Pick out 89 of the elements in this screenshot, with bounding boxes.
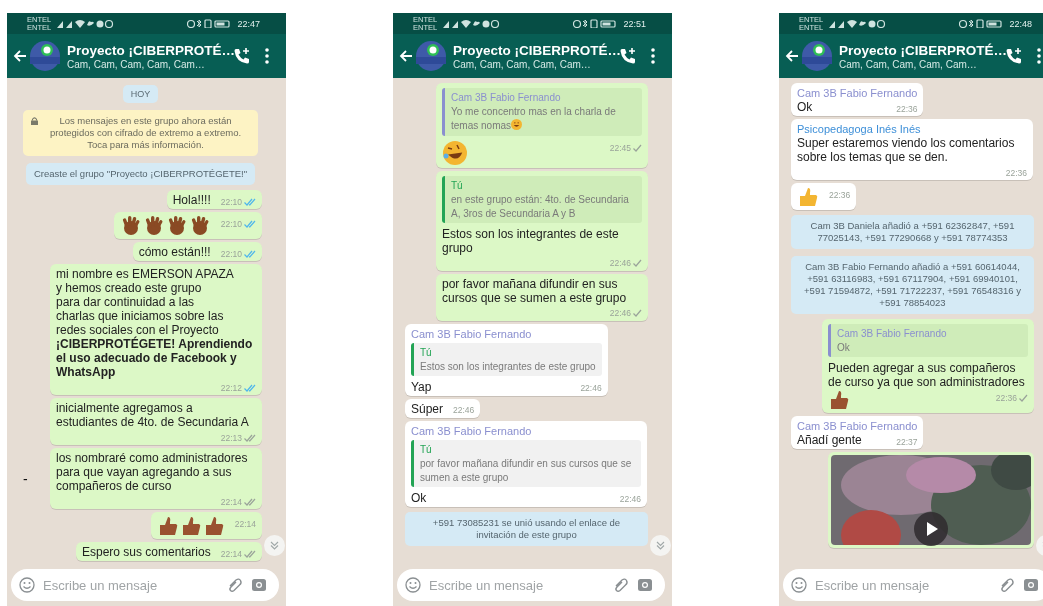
message-bubble[interactable]: Cam 3B Fabio Fernando Tú por favor mañana difundir en sus cursos que se sumen a este grupo Ok 22:46 [405,420,647,507]
message-field[interactable]: Escribe un mensaje [783,569,1043,601]
message-input[interactable]: Escribe un mensaje [815,577,991,593]
message-bubble[interactable]: Espero sus comentarios 22:14 [76,542,262,561]
message-time: 22:46 [580,383,602,394]
message-time: 22:10 [220,218,242,229]
message-time: 22:13 [220,432,242,443]
message-time: 22:36 [896,103,918,114]
quote-text: en este grupo están: 4to. de Secundaria A, 3ros de Secundaria A y B [451,193,629,219]
message-text: los nombraré como administradores para que vayan agregando a sus compañeros de curso [56,451,249,493]
message-text: cómo están!!! [138,245,211,259]
group-members: Cam, Cam, Cam, Cam, Cam… [839,59,978,70]
quote-author: Tú [451,178,464,192]
system-notice: +591 73085231 se unió usando el enlace de invitación de este grupo [405,511,648,546]
message-field[interactable]: Escribe un mensaje [397,569,665,601]
group-members: Cam, Cam, Cam, Cam, Cam… [453,59,592,70]
encryption-notice[interactable]: Los mensajes en este grupo ahora están protegidos con cifrado de extremo a extremo. Toca para más información. [23,110,258,156]
message-time: 22:36 [995,392,1017,403]
message-text: Hola!!!! [172,193,211,207]
message-time: 22:45 [609,143,631,154]
message-text: Súper [411,401,444,416]
message-bubble[interactable]: Cam 3B Fabio Fernando Tú Estos son los integrantes de este grupo Yap 22:46 [405,323,608,396]
message-time: 22:36 [829,189,851,200]
quote-author: Tú [420,442,433,456]
quoted-message[interactable]: Tú por favor mañana difundir en sus cursos que se sumen a este grupo [411,439,641,487]
message-time: 22:10 [220,248,242,259]
clock-time: 22:47 [237,18,260,29]
message-text: por favor mañana difundir en sus cursos que se sumen a este grupo [442,276,628,305]
quote-text: Ok [837,342,850,353]
message-time: 22:46 [453,405,475,416]
quote-text: Estos son los integrantes de este grupo [420,360,596,372]
quoted-message[interactable]: Tú en este grupo están: 4to. de Secundaria A, 3ros de Secundaria A y B [442,175,642,223]
message-text: mi nombre es EMERSON APAZA y hemos creado este grupo para dar continuidad a las charlas que iniciamos sobre las redes sociales con el Proyecto ¡CIBERPROTÉGETE! Aprendiendo el uso adecuado de Facebook y WhatsApp [56,267,254,379]
message-time: 22:12 [220,382,242,393]
message-time: 22:14 [220,496,242,507]
message-bubble[interactable]: los nombraré como administradores para que vayan agregando a sus compañeros de curso 22:14 [50,448,262,509]
sender-name: Cam 3B Fabio Fernando [797,419,918,433]
message-bubble[interactable]: Cam 3B Fabio Fernando Yo me concentro mas en la charla de temas nomas 22:45 [436,83,648,168]
message-time: 22:37 [896,436,918,447]
quoted-message[interactable]: Cam 3B Fabio Fernando Ok [828,324,1028,357]
quote-author: Cam 3B Fabio Fernando [837,327,948,340]
message-time: 22:46 [619,494,641,505]
message-bubble[interactable]: Tú en este grupo están: 4to. de Secundaria A, 3ros de Secundaria A y B Estos son los integrantes de este grupo 22:46 [436,170,648,271]
sender-name: Psicopedagoga Inés Inés [797,122,922,136]
message-bubble[interactable]: Cam 3B Fabio Fernando Ok Pueden agregar a sus compañeros de curso ya que son administradores 22:36 [822,319,1034,413]
message-time: 22:14 [234,518,256,529]
message-time: 22:14 [220,548,242,559]
message-text: Ok [797,100,813,114]
message-time: 22:46 [609,258,631,269]
message-field[interactable]: Escribe un mensaje [11,569,279,601]
sender-name: Cam 3B Fabio Fernando [411,326,533,341]
quote-author: Cam 3B Fabio Fernando [451,91,562,104]
message-time: 22:36 [1005,167,1027,178]
date-chip: HOY [122,85,159,103]
message-bubble[interactable]: Cam 3B Fabio Fernando Ok 22:36 [791,83,924,116]
message-text: Añadí gente [797,433,862,447]
sender-name: Cam 3B Fabio Fernando [411,423,533,438]
message-text: inicialmente agregamos a estudiantes de 4to. de Secundaria A [56,401,249,429]
message-input[interactable]: Escribe un mensaje [429,577,605,593]
message-text: Estos son los integrantes de este grupo [442,226,620,255]
quote-author: Tú [420,345,433,359]
message-time: 22:10 [220,196,242,207]
message-text: Espero sus comentarios [82,545,211,559]
message-bubble[interactable]: inicialmente agregamos a estudiantes de 4to. de Secundaria A 22:13 [50,398,262,445]
message-bubble[interactable]: por favor mañana difundir en sus cursos que se sumen a este grupo 22:46 [436,273,648,321]
message-input[interactable]: Escribe un mensaje [43,577,219,593]
quote-text: Yo me concentro mas en la charla de temas nomas [451,106,616,131]
stray-mark: - [23,470,28,487]
group-members: Cam, Cam, Cam, Cam, Cam… [67,59,206,70]
message-bubble[interactable]: cómo están!!! 22:10 [132,242,262,261]
system-notice: Cam 3B Daniela añadió a +591 62362847, +591 77025143, +591 77290668 y +591 78774353 [791,215,1034,249]
message-bubble[interactable]: Psicopedagoga Inés Inés Super estaremos viendo los comentarios sobre los temas que se den. 22:36 [791,119,1033,180]
message-text: Pueden agregar a sus compañeros de curso ya que son administradores [828,361,1026,389]
message-text: Yap [411,379,432,394]
quoted-message[interactable]: Cam 3B Fabio Fernando Yo me concentro mas en la charla de temas nomas [442,88,642,136]
quote-text: por favor mañana difundir en sus cursos que se sumen a este grupo [420,457,632,483]
system-notice: Creaste el grupo "Proyecto ¡CIBERPROTÉGETE!" [25,163,256,185]
notice-text: Los mensajes en este grupo ahora están protegidos con cifrado de extremo a extremo. Toca para más información. [48,115,243,151]
clock-time: 22:48 [1009,18,1032,29]
message-bubble[interactable]: Súper 22:46 [405,398,481,418]
message-bubble[interactable]: Cam 3B Fabio Fernando Añadí gente 22:37 [791,416,924,449]
message-time: 22:46 [609,308,631,319]
system-notice: Cam 3B Fabio Fernando añadió a +591 60614044, +591 63116983, +591 67117904, +591 69940101, +591 71594872, +591 71722237, +591 76548316 y +591 78854023 [791,256,1034,314]
sender-name: Cam 3B Fabio Fernando [797,86,918,100]
message-text: Ok [411,490,427,505]
clock-time: 22:51 [623,18,646,29]
message-text: Super estaremos viendo los comentarios sobre los temas que se den. [797,136,1016,164]
message-bubble[interactable]: Hola!!!! 22:10 [166,190,262,209]
quoted-message[interactable]: Tú Estos son los integrantes de este grupo [411,342,602,376]
